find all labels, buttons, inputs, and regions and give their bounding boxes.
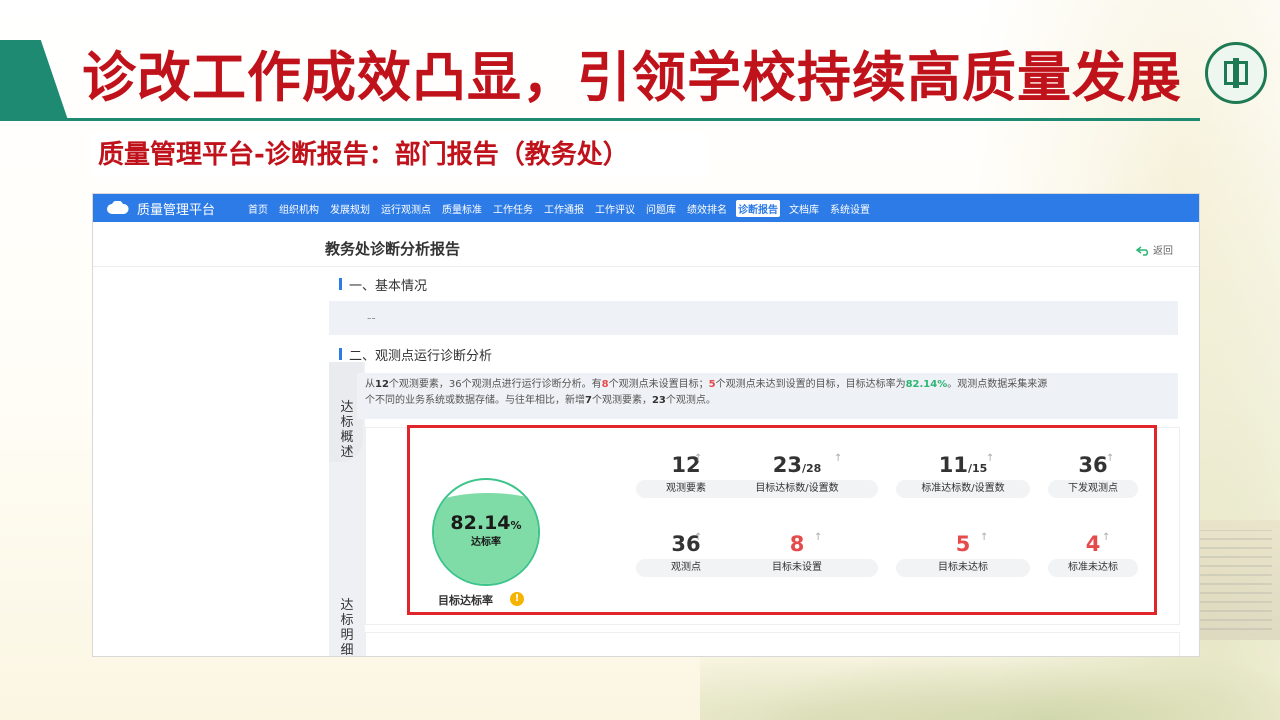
summary-text: 个观测点。 (665, 395, 716, 406)
slide-title: 诊改工作成效凸显，引领学校持续高质量发展 (82, 46, 1182, 109)
cloud-icon (107, 201, 129, 214)
stat-label: 目标达标数/设置数 (716, 480, 878, 498)
nav-item-org[interactable]: 组织机构 (277, 200, 321, 217)
stat-value: 36 ↑ (1048, 452, 1138, 478)
section-marker (339, 278, 342, 290)
stat-value: 23/28 ↑ (716, 452, 878, 478)
summary-text: 。观测点数据采集来源 (947, 379, 1048, 390)
school-logo (1205, 42, 1267, 104)
stat-number: 4 (1085, 532, 1101, 556)
section-analysis-title: 二、观测点运行诊断分析 (349, 349, 493, 364)
summary-text: 个观测点未达到设置的目标，目标达标率为 (715, 379, 906, 390)
stat-value: 11/15 ↑ (896, 452, 1030, 478)
stat-issued-points: 36 ↑ 下发观测点 (1048, 452, 1138, 498)
stat-target-met: 23/28 ↑ 目标达标数/设置数 (716, 452, 878, 498)
stat-target-unset: 8 ↑ 目标未设置 (716, 531, 878, 577)
stat-value: 5 ↑ (896, 531, 1030, 557)
arrow-up-icon: ↑ (694, 453, 703, 464)
stat-denominator: /15 (967, 462, 988, 475)
stat-standard-unmet: 4 ↑ 标准未达标 (1048, 531, 1138, 577)
arrow-up-icon: ↑ (814, 532, 823, 543)
arrow-up-icon: ↑ (1106, 453, 1115, 464)
summary-rate: 82.14% (905, 379, 948, 390)
section-marker (339, 348, 342, 360)
summary-points: 36 (448, 379, 462, 390)
stat-number: 36 (1078, 453, 1108, 477)
stat-number: 5 (955, 532, 971, 556)
analysis-summary: 从12个观测要素，36个观测点进行运行诊断分析。有8个观测点未设置目标；5个观测… (357, 373, 1178, 419)
nav-item-ranking[interactable]: 绩效排名 (685, 200, 729, 217)
nav-menu: 首页 组织机构 发展规划 运行观测点 质量标准 工作任务 工作通报 工作评议 问… (246, 200, 879, 217)
summary-text: 个观测要素， (591, 395, 652, 406)
tab-detail[interactable]: 达标明细 (335, 598, 359, 656)
nav-item-observe[interactable]: 运行观测点 (379, 200, 433, 217)
app-brand[interactable]: 质量管理平台 (137, 199, 215, 218)
nav-item-standard[interactable]: 质量标准 (440, 200, 484, 217)
title-underline (0, 118, 1200, 121)
title-accent-bar (0, 40, 68, 120)
basic-info-box: -- (329, 301, 1178, 335)
nav-item-plan[interactable]: 发展规划 (328, 200, 372, 217)
summary-text: 个观测点进行运行诊断分析。有 (461, 379, 602, 390)
detail-panel (365, 632, 1180, 656)
summary-text: 从 (365, 379, 375, 390)
stat-label: 目标未达标 (896, 559, 1030, 577)
stat-label: 标准未达标 (1048, 559, 1138, 577)
nav-item-report[interactable]: 诊断报告 (736, 200, 780, 217)
basic-info-value: -- (367, 311, 376, 325)
summary-unmet: 5 (708, 379, 716, 390)
gauge-unit: % (510, 519, 522, 532)
background-building (1190, 520, 1280, 640)
back-button[interactable]: 返回 (1135, 242, 1173, 257)
pass-rate-gauge: 82.14% 达标率 (432, 478, 540, 586)
arrow-up-icon: ↑ (694, 532, 703, 543)
stat-number: 23 (772, 453, 802, 477)
tab-overview[interactable]: 达标概述 (335, 400, 359, 460)
stat-number: 8 (789, 532, 805, 556)
arrow-up-icon: ↑ (986, 453, 995, 464)
top-navbar: 质量管理平台 首页 组织机构 发展规划 运行观测点 质量标准 工作任务 工作通报… (93, 194, 1199, 222)
back-arrow-icon (1135, 246, 1149, 256)
report-title: 教务处诊断分析报告 (325, 240, 461, 258)
nav-item-issues[interactable]: 问题库 (644, 200, 678, 217)
summary-new-points: 23 (651, 395, 666, 406)
summary-unset: 8 (601, 379, 609, 390)
info-icon[interactable]: ! (510, 592, 524, 606)
summary-new-elements: 7 (585, 395, 592, 406)
summary-elements: 12 (375, 379, 389, 390)
stat-label: 下发观测点 (1048, 480, 1138, 498)
arrow-up-icon: ↑ (1102, 532, 1111, 543)
slide-subtitle: 质量管理平台-诊断报告：部门报告（教务处） (90, 133, 708, 177)
gauge-value: 82.14% (434, 512, 538, 534)
nav-item-home[interactable]: 首页 (246, 200, 270, 217)
stat-value: 8 ↑ (716, 531, 878, 557)
summary-text: 个不同的业务系统或数据存储。与往年相比，新增 (365, 395, 585, 406)
arrow-up-icon: ↑ (834, 453, 843, 464)
stat-number: 11 (938, 453, 968, 477)
stat-label: 目标未设置 (716, 559, 878, 577)
stat-value: 4 ↑ (1048, 531, 1138, 557)
stat-target-unmet: 5 ↑ 目标未达标 (896, 531, 1030, 577)
nav-item-docs[interactable]: 文档库 (787, 200, 821, 217)
nav-item-settings[interactable]: 系统设置 (828, 200, 872, 217)
stat-standard-met: 11/15 ↑ 标准达标数/设置数 (896, 452, 1030, 498)
gauge-number: 82.14 (450, 512, 511, 534)
summary-text: 个观测要素， (388, 379, 449, 390)
nav-item-review[interactable]: 工作评议 (593, 200, 637, 217)
header-divider (93, 266, 1199, 267)
stat-label: 标准达标数/设置数 (896, 480, 1030, 498)
nav-item-notice[interactable]: 工作通报 (542, 200, 586, 217)
gauge-caption: 目标达标率 (438, 594, 493, 607)
section-basic-title: 一、基本情况 (349, 279, 428, 294)
nav-item-task[interactable]: 工作任务 (491, 200, 535, 217)
arrow-up-icon: ↑ (980, 532, 989, 543)
gauge-label: 达标率 (471, 537, 501, 548)
stat-denominator: /28 (801, 462, 822, 475)
back-label: 返回 (1153, 246, 1173, 257)
summary-text: 个观测点未设置目标； (608, 379, 709, 390)
